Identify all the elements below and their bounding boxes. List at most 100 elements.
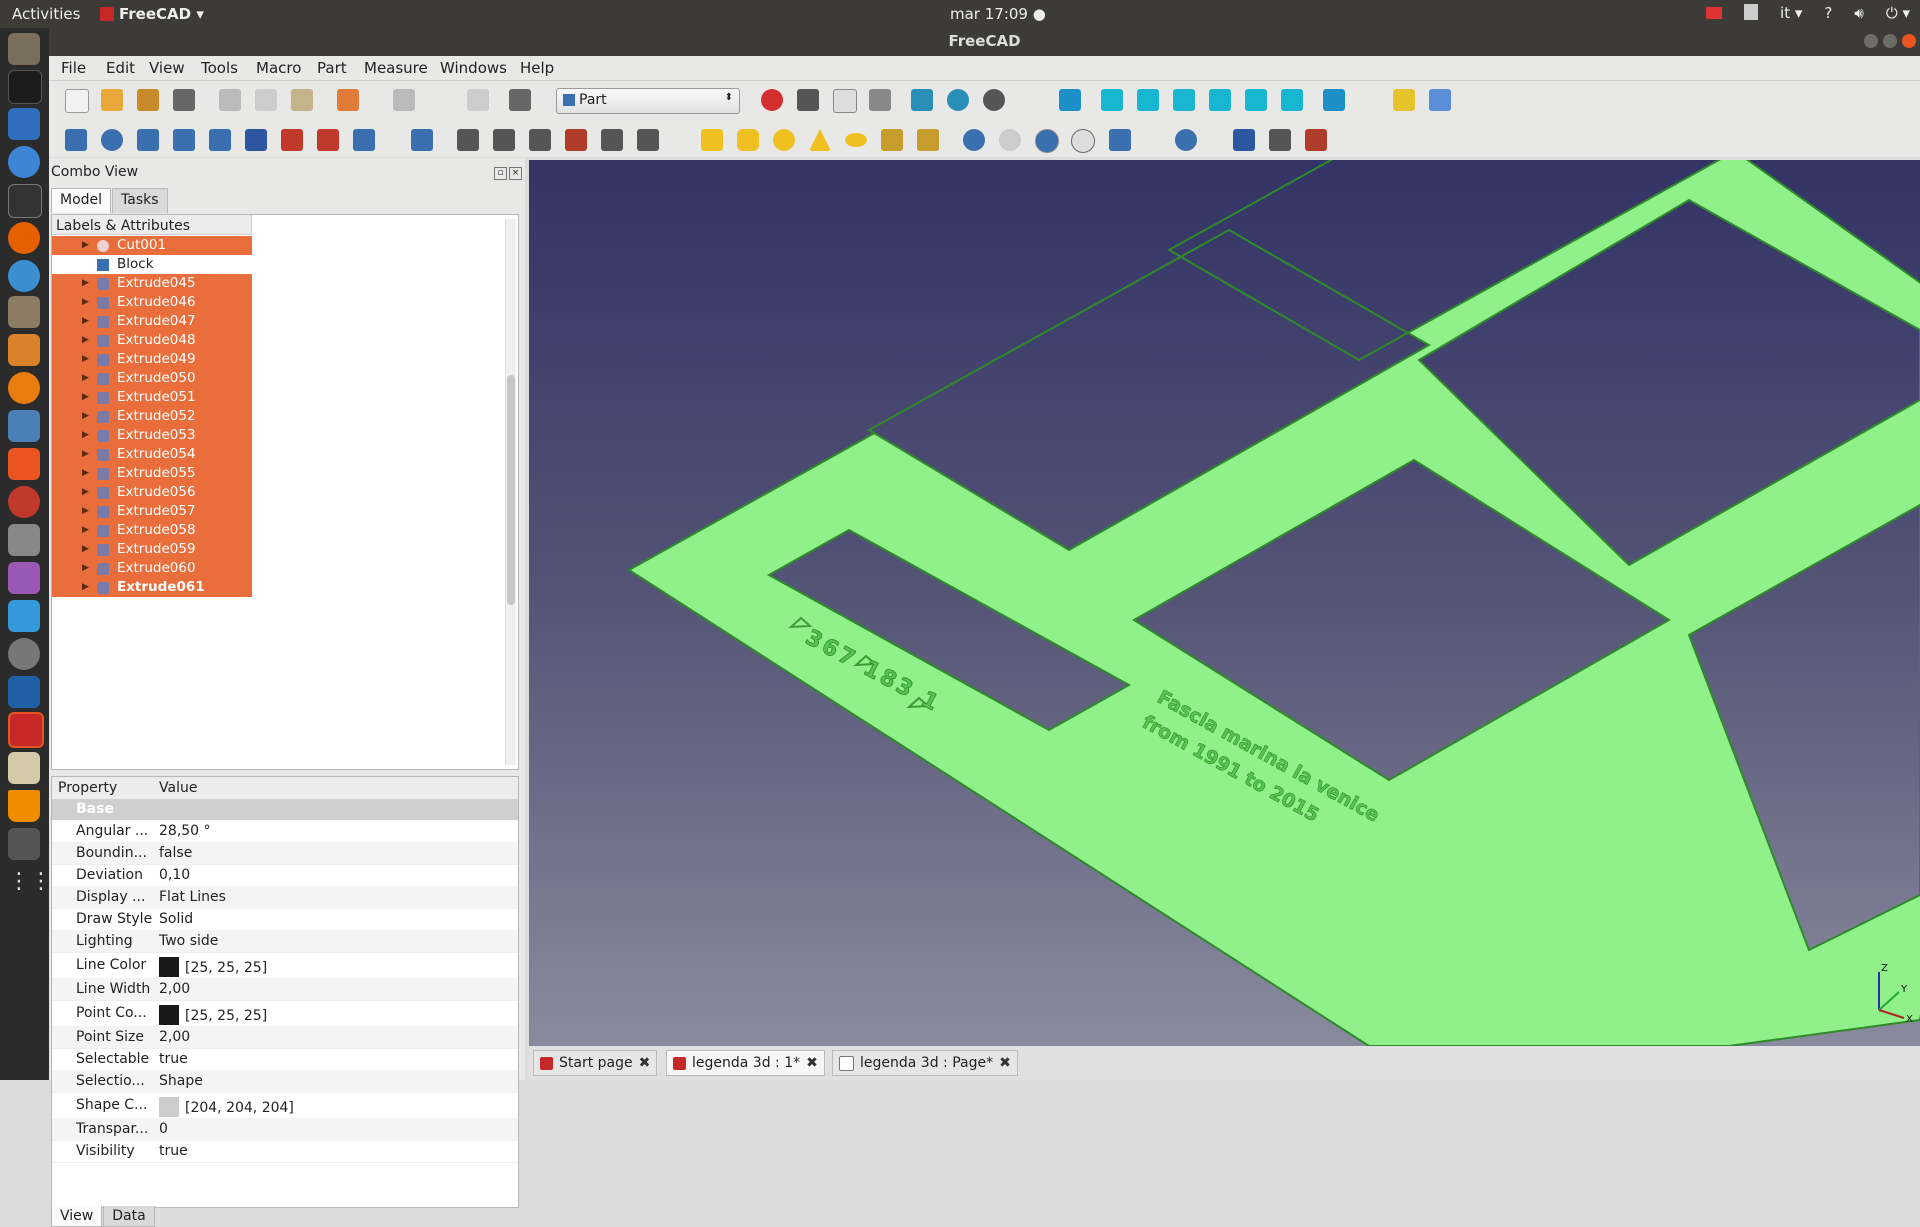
app-menu[interactable]: FreeCAD ▾ xyxy=(100,5,204,23)
property-value[interactable]: true xyxy=(159,1051,188,1067)
tree-item[interactable]: ▶ Cut001 xyxy=(52,236,252,255)
expand-arrow-icon[interactable]: ▶ xyxy=(82,559,89,578)
media-icon[interactable] xyxy=(8,562,40,594)
menu-macro[interactable]: Macro xyxy=(256,59,301,77)
whats-this-icon[interactable] xyxy=(509,89,531,111)
property-value[interactable]: 0 xyxy=(159,1121,168,1137)
extrude-tool-icon[interactable] xyxy=(65,129,87,151)
cone-icon[interactable] xyxy=(809,129,831,151)
expand-arrow-icon[interactable]: ▶ xyxy=(82,369,89,388)
video-editor-icon[interactable] xyxy=(8,828,40,860)
expand-arrow-icon[interactable]: ▶ xyxy=(82,407,89,426)
property-value[interactable]: Two side xyxy=(159,933,218,949)
shell-icon[interactable] xyxy=(1269,129,1291,151)
software-center-icon[interactable] xyxy=(8,448,40,480)
measure-distance-icon[interactable] xyxy=(1323,89,1345,111)
offset-icon[interactable] xyxy=(353,129,375,151)
revolve-icon[interactable] xyxy=(101,129,123,151)
macro-run-icon[interactable] xyxy=(869,89,891,111)
boolean-icon[interactable] xyxy=(963,129,985,151)
cut-tool-icon[interactable] xyxy=(219,89,241,111)
view-right-icon[interactable] xyxy=(1173,89,1195,111)
macro-edit-icon[interactable] xyxy=(833,89,857,113)
blender-icon[interactable] xyxy=(8,372,40,404)
tree-item[interactable]: ▶ Extrude053 xyxy=(52,426,252,445)
join-features-icon[interactable] xyxy=(1109,129,1131,151)
expand-arrow-icon[interactable]: ▶ xyxy=(82,388,89,407)
tree-scrollbar-thumb[interactable] xyxy=(507,375,515,605)
property-row[interactable]: Point Co... [25, 25, 25] xyxy=(52,1000,518,1027)
property-row[interactable]: Transpar... 0 xyxy=(52,1118,518,1141)
property-row[interactable]: Draw Style Solid xyxy=(52,908,518,931)
volume-icon[interactable]: 🔊︎ xyxy=(1854,4,1863,22)
fillet-icon[interactable] xyxy=(173,129,195,151)
property-value[interactable]: 2,00 xyxy=(159,981,190,997)
shape-builder-icon[interactable] xyxy=(601,129,623,151)
sync-icon[interactable] xyxy=(8,600,40,632)
sphere-icon[interactable] xyxy=(773,129,795,151)
close-tab-icon[interactable]: ✖ xyxy=(999,1055,1011,1071)
doc-tab-legenda-3d[interactable]: legenda 3d : 1* ✖ xyxy=(666,1050,825,1076)
view-top-icon[interactable] xyxy=(1137,89,1159,111)
tree-item[interactable]: ▶ Extrude050 xyxy=(52,369,252,388)
shape-builder-2-icon[interactable] xyxy=(917,129,939,151)
property-row[interactable]: Angular ... 28,50 ° xyxy=(52,820,518,843)
fit-selection-icon[interactable] xyxy=(947,89,969,111)
expand-arrow-icon[interactable]: ▶ xyxy=(82,312,89,331)
gimp-icon[interactable] xyxy=(8,296,40,328)
property-row[interactable]: Boundin... false xyxy=(52,842,518,865)
firefox-icon[interactable] xyxy=(8,222,40,254)
color-swatch[interactable] xyxy=(159,1097,179,1117)
open-file-icon[interactable] xyxy=(101,89,123,111)
property-group-base[interactable]: Base xyxy=(52,799,518,820)
view-front-icon[interactable] xyxy=(1101,89,1123,111)
make-face-icon[interactable] xyxy=(245,129,267,151)
tree-item[interactable]: ▶ Extrude060 xyxy=(52,559,252,578)
check-geometry-icon[interactable] xyxy=(457,129,479,151)
compound-icon[interactable] xyxy=(1233,129,1255,151)
tree-item[interactable]: Block xyxy=(52,255,252,274)
tree-item[interactable]: ▶ Extrude061 xyxy=(52,578,252,597)
property-value[interactable]: Solid xyxy=(159,911,193,927)
draw-style-icon[interactable] xyxy=(983,89,1005,111)
clock[interactable]: mar 17:09 ● xyxy=(950,5,1046,23)
boolean-cut-icon[interactable] xyxy=(999,129,1021,151)
editor-icon[interactable] xyxy=(8,260,40,292)
doc-tab-legenda-page[interactable]: legenda 3d : Page* ✖ xyxy=(832,1050,1018,1076)
tree-item[interactable]: ▶ Extrude056 xyxy=(52,483,252,502)
cylinder-icon[interactable] xyxy=(737,129,759,151)
defeaturing-icon[interactable] xyxy=(493,129,515,151)
undo-icon[interactable] xyxy=(337,89,359,111)
tab-data[interactable]: Data xyxy=(103,1206,155,1227)
model-plate[interactable] xyxy=(627,160,1920,1046)
property-value[interactable]: Flat Lines xyxy=(159,889,226,905)
property-row[interactable]: Visibility true xyxy=(52,1140,518,1163)
section-cut-icon[interactable] xyxy=(1305,129,1327,151)
property-value[interactable]: [25, 25, 25] xyxy=(159,1005,267,1025)
close-tab-icon[interactable]: ✖ xyxy=(639,1055,651,1071)
group-icon[interactable] xyxy=(1429,89,1451,111)
power-icon[interactable]: ⏻ ▾ xyxy=(1886,4,1910,22)
loft-icon[interactable] xyxy=(317,129,339,151)
expand-arrow-icon[interactable]: ▶ xyxy=(82,331,89,350)
expand-arrow-icon[interactable]: ▶ xyxy=(82,445,89,464)
view-rear-icon[interactable] xyxy=(1209,89,1231,111)
menu-help[interactable]: Help xyxy=(520,59,554,77)
expand-arrow-icon[interactable]: ▶ xyxy=(82,483,89,502)
menu-part[interactable]: Part xyxy=(317,59,347,77)
help-icon[interactable]: ? xyxy=(1824,4,1832,22)
notes-icon[interactable] xyxy=(8,752,40,784)
expand-arrow-icon[interactable]: ▶ xyxy=(82,293,89,312)
section-icon[interactable] xyxy=(565,129,587,151)
attachment-icon[interactable] xyxy=(637,129,659,151)
copy-icon[interactable] xyxy=(255,89,277,111)
menu-windows[interactable]: Windows xyxy=(440,59,507,77)
property-value[interactable]: false xyxy=(159,845,192,861)
tree-item[interactable]: ▶ Extrude058 xyxy=(52,521,252,540)
close-window-button[interactable] xyxy=(1902,34,1916,48)
ruled-surface-icon[interactable] xyxy=(281,129,303,151)
tree-item[interactable]: ▶ Extrude057 xyxy=(52,502,252,521)
freecad-dock-icon[interactable] xyxy=(8,712,44,748)
expand-arrow-icon[interactable]: ▶ xyxy=(82,521,89,540)
tree-item[interactable]: ▶ Extrude051 xyxy=(52,388,252,407)
